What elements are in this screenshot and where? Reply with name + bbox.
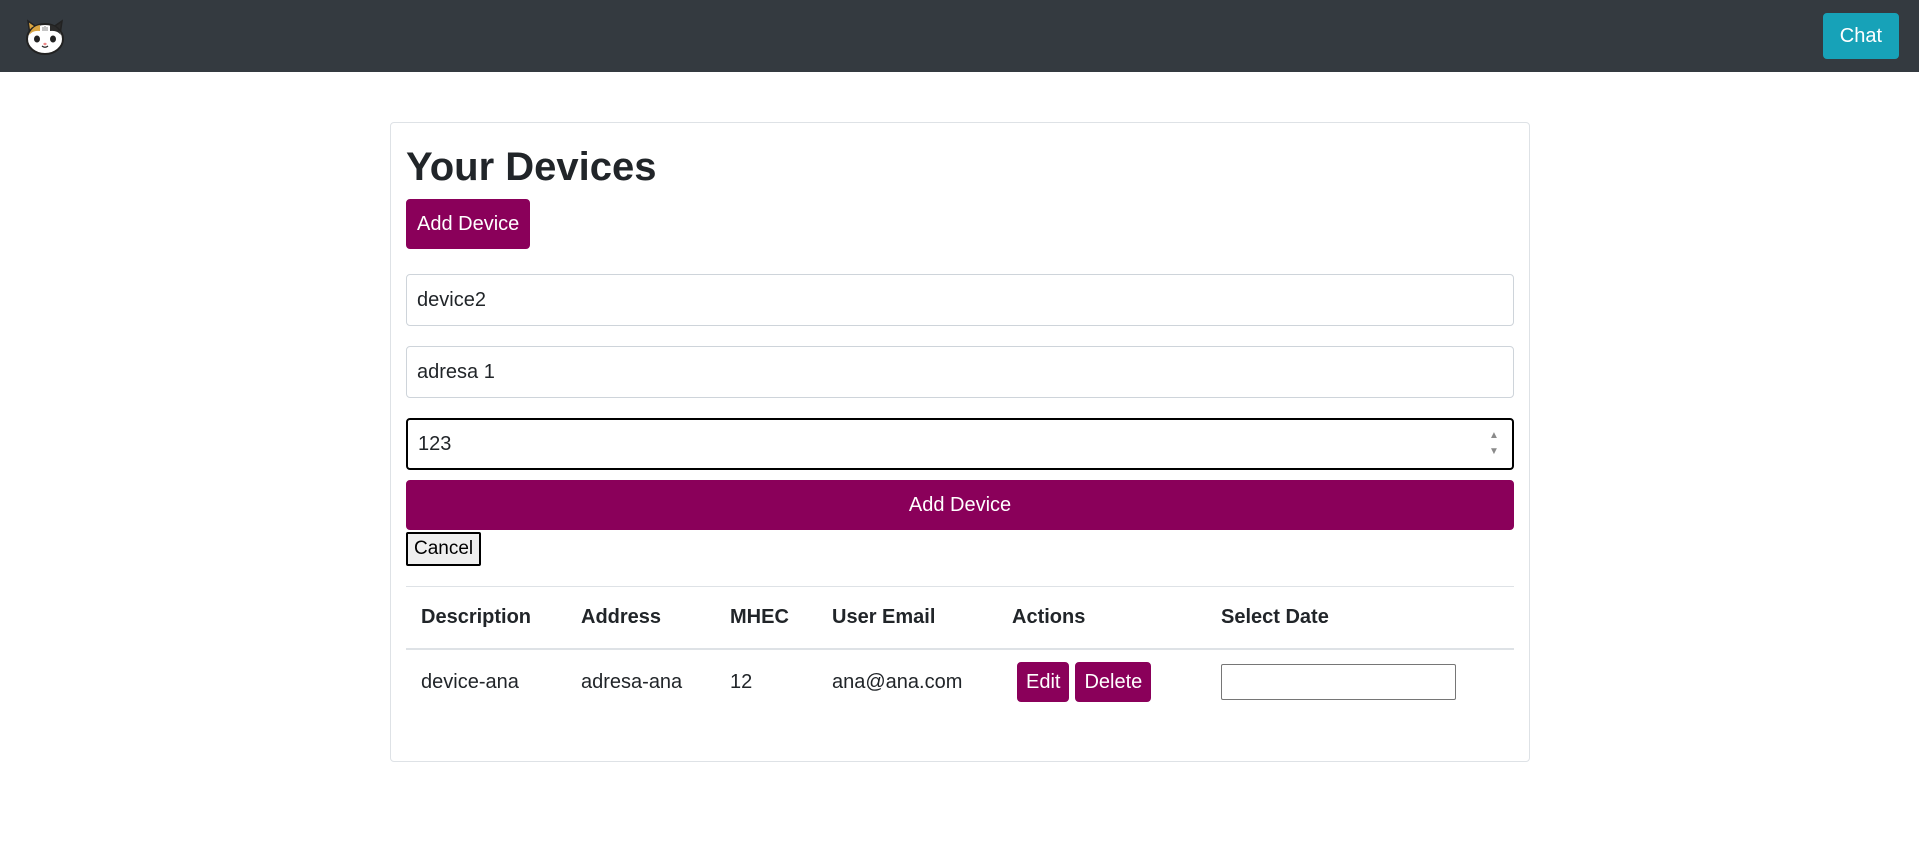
devices-card: Your Devices Add Device ▲ ▼ Add Device C… bbox=[390, 122, 1530, 762]
spinner-up-icon[interactable]: ▲ bbox=[1489, 430, 1499, 442]
header-description: Description bbox=[406, 586, 566, 650]
delete-button[interactable]: Delete bbox=[1075, 662, 1152, 702]
description-input[interactable] bbox=[406, 274, 1514, 326]
spinner-down-icon[interactable]: ▼ bbox=[1489, 446, 1499, 458]
mhec-field: ▲ ▼ bbox=[406, 418, 1514, 470]
date-input[interactable] bbox=[1221, 664, 1456, 700]
header-actions: Actions bbox=[997, 586, 1206, 650]
cell-select-date bbox=[1206, 649, 1514, 715]
mhec-input[interactable] bbox=[406, 418, 1514, 470]
cell-description: device-ana bbox=[421, 670, 519, 693]
address-input[interactable] bbox=[406, 346, 1514, 398]
chat-button[interactable]: Chat bbox=[1822, 13, 1899, 59]
top-navbar: Chat bbox=[0, 0, 1919, 72]
number-spinner[interactable]: ▲ ▼ bbox=[1488, 430, 1500, 458]
cancel-button[interactable]: Cancel bbox=[406, 532, 482, 566]
cell-address: adresa-ana bbox=[581, 670, 683, 693]
devices-table: Description Address MHEC User Email Acti… bbox=[406, 586, 1514, 715]
cat-face-icon[interactable] bbox=[22, 13, 68, 59]
header-user-email: User Email bbox=[817, 586, 997, 650]
edit-button[interactable]: Edit bbox=[1017, 662, 1070, 702]
page-title: Your Devices bbox=[406, 145, 657, 189]
header-address: Address bbox=[566, 586, 715, 650]
table-header-row: Description Address MHEC User Email Acti… bbox=[406, 586, 1514, 650]
add-device-submit-button[interactable]: Add Device bbox=[406, 480, 1514, 530]
add-device-toggle-button[interactable]: Add Device bbox=[406, 199, 531, 249]
cell-mhec: 12 bbox=[730, 670, 753, 693]
cell-actions: Edit Delete bbox=[997, 649, 1206, 715]
header-select-date: Select Date bbox=[1206, 586, 1514, 650]
header-mhec: MHEC bbox=[715, 586, 817, 650]
cell-user-email: ana@ana.com bbox=[832, 670, 963, 693]
table-row: device-ana adresa-ana 12 ana@ana.com Edi… bbox=[406, 649, 1514, 715]
